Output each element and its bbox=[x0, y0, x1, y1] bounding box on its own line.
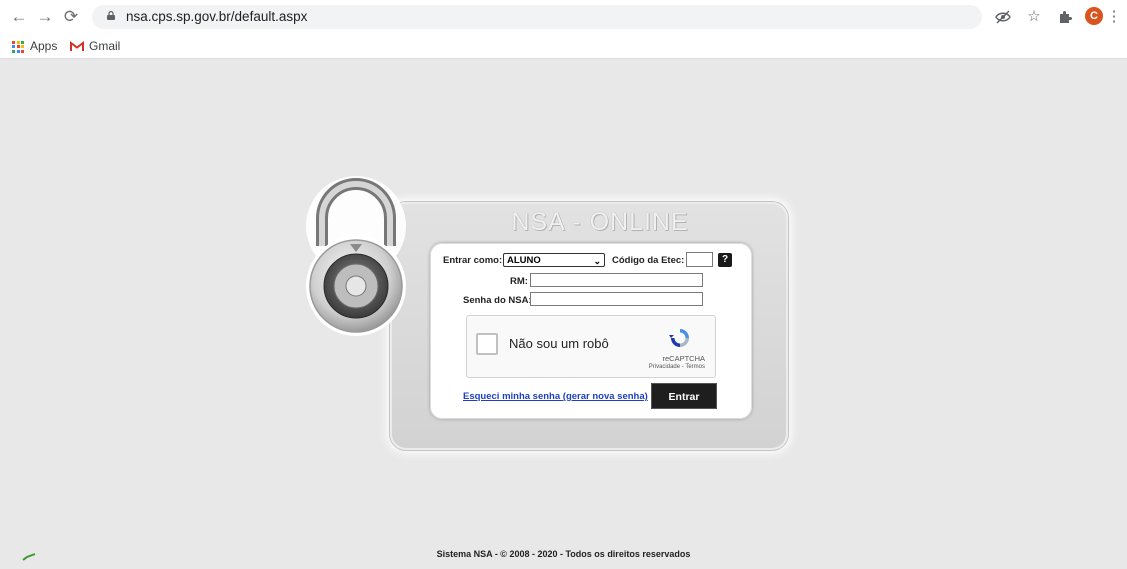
bookmark-gmail-label: Gmail bbox=[89, 39, 121, 53]
enter-as-select[interactable]: ALUNO ⌄ bbox=[503, 253, 605, 267]
lock-icon bbox=[107, 11, 115, 20]
gmail-icon bbox=[70, 41, 84, 52]
rm-label: RM: bbox=[510, 276, 528, 287]
profile-avatar[interactable]: C bbox=[1085, 7, 1103, 25]
password-input[interactable] bbox=[530, 292, 703, 306]
forward-icon[interactable]: → bbox=[34, 6, 56, 28]
recaptcha-label: Não sou um robô bbox=[509, 336, 609, 351]
panel-title: NSA - ONLINE bbox=[511, 208, 689, 236]
recaptcha-icon bbox=[669, 329, 689, 347]
footer-text: Sistema NSA - © 2008 - 2020 - Todos os d… bbox=[436, 549, 691, 559]
submit-button[interactable]: Entrar bbox=[651, 383, 717, 409]
star-icon[interactable]: ☆ bbox=[1024, 7, 1044, 27]
url-text[interactable]: nsa.cps.sp.gov.br/default.aspx bbox=[126, 9, 307, 24]
reload-icon[interactable]: ⟳ bbox=[60, 6, 82, 28]
padlock-icon bbox=[306, 176, 406, 336]
bookmark-gmail[interactable]: Gmail bbox=[70, 38, 120, 54]
bookmark-apps-label: Apps bbox=[30, 39, 58, 53]
back-icon[interactable]: ← bbox=[8, 6, 30, 28]
eye-off-icon[interactable] bbox=[993, 7, 1013, 27]
recaptcha-links[interactable]: Privacidade - Termos bbox=[649, 364, 705, 370]
extensions-icon[interactable] bbox=[1055, 7, 1075, 27]
bookmarks-bar: Apps Gmail bbox=[0, 34, 1127, 59]
rm-input[interactable] bbox=[530, 273, 703, 287]
apps-grid-icon bbox=[12, 40, 24, 53]
recaptcha-brand: reCAPTCHA bbox=[662, 354, 705, 363]
etec-code-input[interactable] bbox=[686, 252, 713, 267]
enter-as-value: ALUNO bbox=[507, 255, 541, 266]
password-label: Senha do NSA: bbox=[463, 295, 532, 306]
etec-code-label: Código da Etec: bbox=[612, 255, 685, 266]
menu-icon[interactable]: ⋮ bbox=[1104, 7, 1124, 27]
bookmark-apps[interactable]: Apps bbox=[12, 38, 57, 54]
browser-toolbar: ← → ⟳ nsa.cps.sp.gov.br/default.aspx ☆ C… bbox=[0, 0, 1127, 34]
help-button[interactable]: ? bbox=[718, 253, 732, 267]
chevron-down-icon: ⌄ bbox=[593, 256, 601, 266]
recaptcha-widget: Não sou um robô reCAPTCHA Privacidade - … bbox=[466, 315, 716, 378]
address-bar[interactable]: nsa.cps.sp.gov.br/default.aspx bbox=[92, 5, 982, 29]
recaptcha-checkbox[interactable] bbox=[476, 333, 498, 355]
forgot-password-link[interactable]: Esqueci minha senha (gerar nova senha) bbox=[463, 391, 648, 402]
enter-as-label: Entrar como: bbox=[443, 255, 503, 266]
